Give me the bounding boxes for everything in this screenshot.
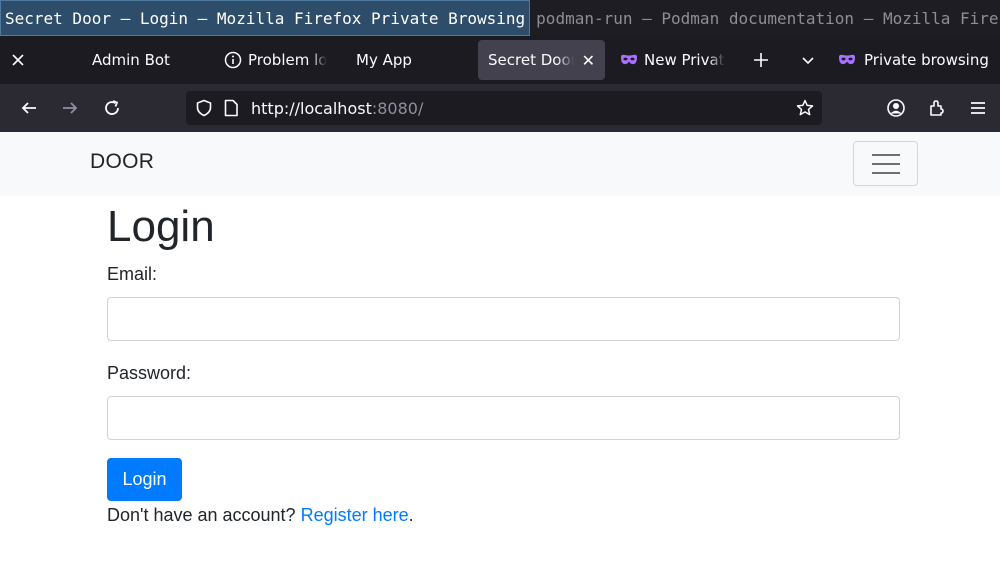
- window-title-inactive[interactable]: podman-run — Podman documentation — Mozi…: [530, 0, 1000, 36]
- tab-label: Secret Door: [488, 51, 574, 69]
- private-mask-icon: [838, 53, 856, 67]
- bookmark-star-icon[interactable]: [796, 99, 814, 117]
- forward-arrow-icon[interactable]: [58, 96, 82, 120]
- private-browsing-indicator: Private browsing: [838, 48, 989, 72]
- new-tab-icon[interactable]: [749, 48, 773, 72]
- menu-hamburger-icon[interactable]: [966, 96, 990, 120]
- toggler-bar: [871, 153, 900, 156]
- tab-new-private[interactable]: New Privat: [610, 40, 736, 80]
- register-link[interactable]: Register here: [301, 505, 409, 525]
- password-label: Password:: [107, 363, 192, 383]
- navbar-toggler-button[interactable]: [853, 141, 918, 186]
- page-icon[interactable]: [223, 99, 239, 117]
- tab-problem[interactable]: Problem lo: [214, 40, 340, 80]
- site-brand[interactable]: DOOR: [90, 150, 154, 174]
- tab-label: New Privat: [644, 51, 725, 69]
- info-icon: [224, 51, 242, 69]
- list-tabs-chevron-down-icon[interactable]: [796, 48, 820, 72]
- extensions-puzzle-icon[interactable]: [925, 96, 949, 120]
- tab-admin-bot[interactable]: Admin Bot: [82, 40, 202, 80]
- private-mask-icon: [620, 53, 638, 67]
- page-title: Login: [107, 202, 215, 251]
- register-prompt: Don't have an account? Register here.: [107, 505, 414, 526]
- password-field[interactable]: [107, 396, 900, 440]
- tab-close-icon[interactable]: ✕: [582, 51, 595, 70]
- url-bar[interactable]: http://localhost:8080/: [186, 91, 822, 125]
- toggler-bar: [871, 162, 900, 165]
- close-window-icon[interactable]: [0, 36, 36, 84]
- tab-label: Admin Bot: [92, 51, 170, 69]
- url-host: http://localhost: [251, 98, 372, 118]
- register-prefix-text: Don't have an account?: [107, 505, 301, 525]
- os-window-bar: Secret Door — Login — Mozilla Firefox Pr…: [0, 0, 1000, 36]
- url-port-path: :8080/: [371, 98, 424, 118]
- tab-strip: Admin Bot Problem lo My App Secret Door …: [0, 36, 1000, 84]
- shield-icon[interactable]: [195, 99, 213, 117]
- private-browsing-label: Private browsing: [864, 51, 989, 69]
- email-label: Email:: [107, 264, 158, 284]
- page-content: DOOR Login Email: Password: Login Don't …: [0, 132, 1000, 565]
- register-suffix-text: .: [408, 505, 414, 525]
- tab-my-app[interactable]: My App: [346, 40, 466, 80]
- account-icon[interactable]: [884, 96, 908, 120]
- email-field[interactable]: [107, 297, 900, 341]
- tab-secret-door[interactable]: Secret Door ✕: [478, 40, 605, 80]
- tab-label: Problem lo: [248, 51, 328, 69]
- reload-icon[interactable]: [100, 96, 124, 120]
- back-arrow-icon[interactable]: [17, 96, 41, 120]
- tab-label: My App: [356, 51, 412, 69]
- url-text[interactable]: http://localhost:8080/: [251, 99, 423, 118]
- toggler-bar: [871, 171, 900, 174]
- window-title-active[interactable]: Secret Door — Login — Mozilla Firefox Pr…: [0, 0, 531, 36]
- login-button[interactable]: Login: [107, 458, 182, 501]
- site-navbar: DOOR: [0, 132, 1000, 196]
